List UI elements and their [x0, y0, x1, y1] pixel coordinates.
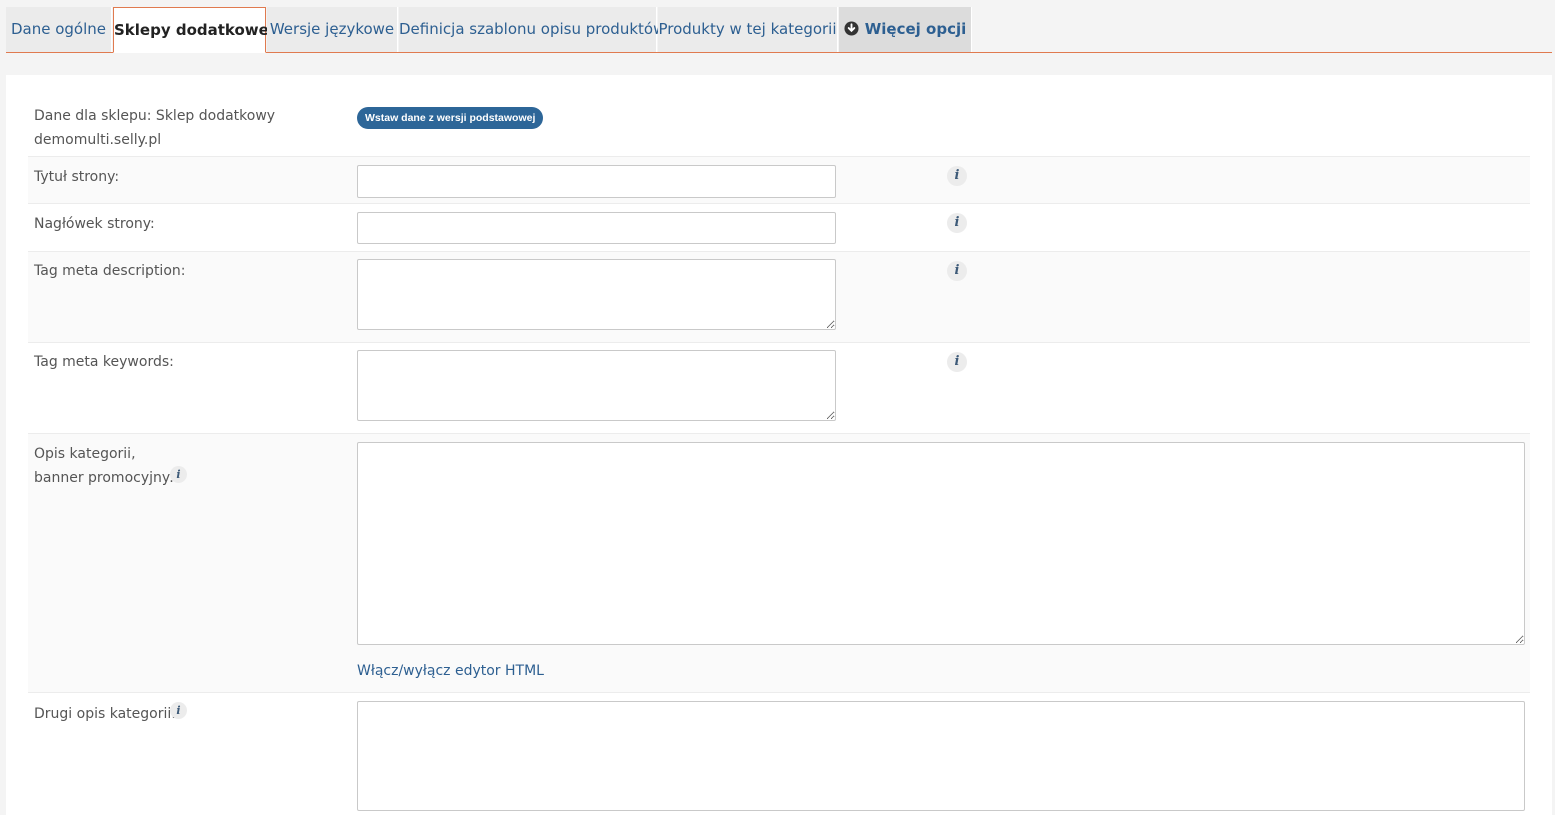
- tab-description-template[interactable]: Definicja szablonu opisu produktów: [399, 7, 665, 52]
- shop-label-line2: demomulti.selly.pl: [34, 132, 162, 148]
- tab-bar: Dane ogólne Sklepy dodatkowe Wersje języ…: [6, 7, 1552, 53]
- tab-category-products[interactable]: Produkty w tej kategorii: [658, 7, 838, 52]
- page-title-input[interactable]: [357, 165, 836, 198]
- page-header-label: Nagłówek strony:: [34, 216, 155, 232]
- form-panel: Dane dla sklepu: Sklep dodatkowy demomul…: [6, 75, 1552, 815]
- info-icon[interactable]: i: [947, 166, 967, 186]
- info-icon[interactable]: i: [947, 261, 967, 281]
- meta-keywords-label: Tag meta keywords:: [34, 354, 174, 370]
- second-description-label: Drugi opis kategorii:: [34, 706, 176, 722]
- download-circle-icon: [844, 21, 859, 36]
- category-description-row: Opis kategorii, banner promocyjny: i Włą…: [28, 434, 1530, 693]
- page-title-label: Tytuł strony:: [34, 169, 120, 185]
- meta-keywords-textarea[interactable]: [357, 350, 836, 421]
- tab-language-versions[interactable]: Wersje językowe: [267, 7, 398, 52]
- page-header-row: Nagłówek strony: i: [28, 204, 1530, 252]
- html-editor-toggle-link[interactable]: Włącz/wyłącz edytor HTML: [357, 663, 544, 679]
- tab-general[interactable]: Dane ogólne: [6, 7, 112, 52]
- meta-description-row: Tag meta description: i: [28, 252, 1530, 343]
- second-description-textarea[interactable]: [357, 701, 1525, 811]
- page-header-input[interactable]: [357, 212, 836, 244]
- category-description-label-line1: Opis kategorii,: [34, 446, 136, 462]
- info-icon[interactable]: i: [947, 213, 967, 233]
- category-description-label: Opis kategorii, banner promocyjny:: [34, 442, 174, 490]
- shop-label-line1: Dane dla sklepu: Sklep dodatkowy: [34, 108, 276, 124]
- tab-additional-shops[interactable]: Sklepy dodatkowe: [113, 7, 269, 53]
- info-icon[interactable]: i: [170, 702, 187, 719]
- insert-base-data-button[interactable]: Wstaw dane z wersji podstawowej: [357, 107, 544, 129]
- shop-row: Dane dla sklepu: Sklep dodatkowy demomul…: [28, 97, 1530, 157]
- shop-label: Dane dla sklepu: Sklep dodatkowy demomul…: [34, 104, 275, 152]
- meta-description-label: Tag meta description:: [34, 263, 186, 279]
- info-icon[interactable]: i: [170, 466, 187, 483]
- category-description-label-line2: banner promocyjny:: [34, 470, 174, 486]
- second-description-row: Drugi opis kategorii: i: [28, 693, 1530, 815]
- tab-more-options[interactable]: Więcej opcji: [839, 7, 972, 52]
- meta-description-textarea[interactable]: [357, 259, 836, 330]
- more-options-label: Więcej opcji: [864, 20, 967, 38]
- info-icon[interactable]: i: [947, 352, 967, 372]
- category-description-textarea[interactable]: [357, 442, 1525, 645]
- meta-keywords-row: Tag meta keywords: i: [28, 343, 1530, 434]
- page-title-row: Tytuł strony: i: [28, 157, 1530, 204]
